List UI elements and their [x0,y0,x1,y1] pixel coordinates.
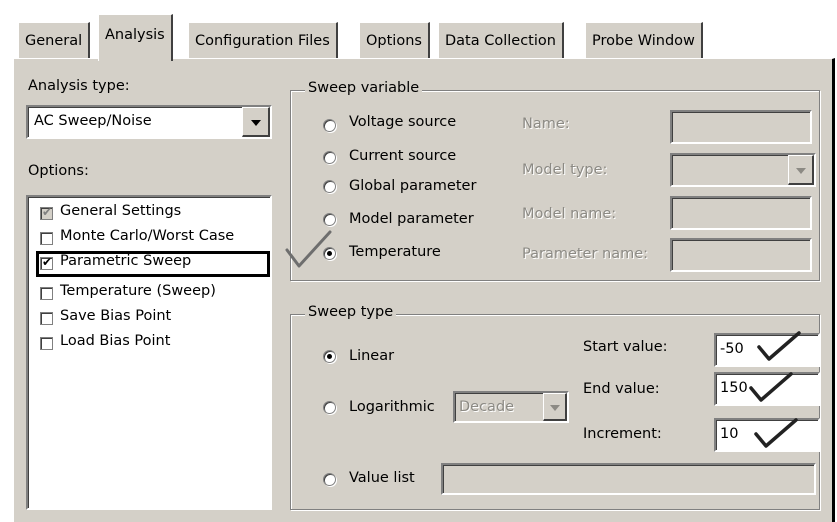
tab-analysis[interactable]: Analysis [98,14,173,61]
start-value: -50 [720,341,744,357]
tab-options[interactable]: Options [359,22,430,58]
parameter-name-field[interactable] [670,238,812,272]
checkmark-icon [757,331,801,361]
load-bias-point-checkbox[interactable] [40,337,53,350]
monte-carlo-checkbox[interactable] [40,232,53,245]
temperature-label: Temperature [349,244,441,260]
log-scale-select[interactable]: Decade [453,391,569,423]
model-type-label: Model type: [522,162,608,178]
increment-label: Increment: [583,426,662,442]
analysis-type-select[interactable]: AC Sweep/Noise [26,105,272,139]
start-value-label: Start value: [583,339,668,355]
temperature-sweep-checkbox[interactable] [40,287,53,300]
chevron-down-icon [250,119,261,126]
checkmark-icon [285,230,332,268]
check-icon: ✔ [42,205,53,219]
current-source-radio[interactable] [323,151,336,164]
model-parameter-label: Model parameter [349,211,474,227]
linear-radio[interactable] [323,350,336,363]
model-type-dropdown-button[interactable] [788,155,814,185]
voltage-source-label: Voltage source [349,114,457,130]
general-settings-checkbox[interactable]: ✔ [40,205,53,220]
end-value: 150 [720,380,748,396]
model-type-select[interactable] [670,153,816,187]
logarithmic-radio[interactable] [323,401,336,414]
value-list-field[interactable] [441,463,816,495]
checkmark-icon [754,418,798,448]
increment-value: 10 [720,426,739,442]
linear-label: Linear [349,348,395,364]
tab-probe-window[interactable]: Probe Window [585,22,703,58]
parametric-sweep-checkbox[interactable]: ✔ [40,255,53,270]
checkmark-icon [749,372,793,402]
tab-configuration-files[interactable]: Configuration Files [188,22,338,58]
log-scale-dropdown-button[interactable] [543,393,567,421]
tab-data-collection[interactable]: Data Collection [438,22,564,58]
analysis-type-value: AC Sweep/Noise [34,113,152,129]
sweep-type-title: Sweep type [305,304,397,320]
global-parameter-label: Global parameter [349,178,477,194]
options-label: Options: [28,163,89,179]
global-parameter-radio[interactable] [323,180,336,193]
logarithmic-label: Logarithmic [349,399,435,415]
voltage-source-radio[interactable] [323,119,336,132]
model-name-field[interactable] [670,196,812,230]
chevron-down-icon [795,167,806,174]
name-field[interactable] [670,110,812,144]
check-icon: ✔ [42,255,53,269]
chevron-down-icon [549,404,560,411]
parameter-name-label: Parameter name: [522,246,649,262]
analysis-type-dropdown-button[interactable] [242,107,270,137]
value-list-radio[interactable] [323,473,336,486]
value-list-label: Value list [349,470,415,486]
save-bias-point-checkbox[interactable] [40,312,53,325]
tab-general[interactable]: General [18,22,91,58]
log-scale-value: Decade [459,399,515,415]
sweep-variable-title: Sweep variable [305,80,423,96]
name-label: Name: [522,116,570,132]
model-name-label: Model name: [522,206,617,222]
end-value-label: End value: [583,381,660,397]
model-parameter-radio[interactable] [323,213,336,226]
current-source-label: Current source [349,148,457,164]
analysis-type-label: Analysis type: [28,78,130,94]
